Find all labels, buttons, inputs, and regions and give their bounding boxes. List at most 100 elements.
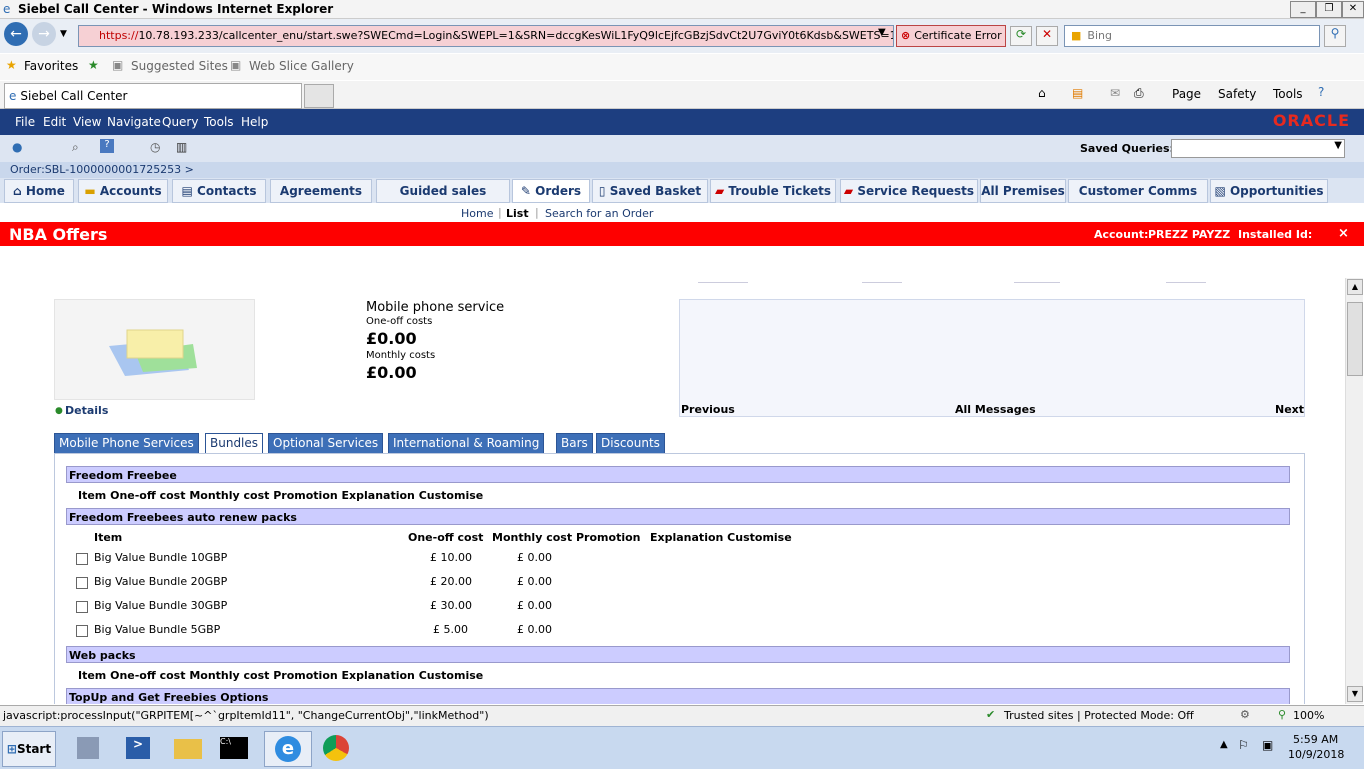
subtab-international-roaming[interactable]: International & Roaming (388, 433, 545, 454)
favorites-button[interactable]: Favorites (24, 59, 78, 73)
security-zone[interactable]: Trusted sites | Protected Mode: Off (1004, 709, 1194, 722)
scroll-thumb[interactable] (1347, 302, 1363, 376)
suggested-sites-icon: ▣ (112, 58, 124, 72)
menu-edit[interactable]: Edit (43, 115, 66, 129)
menu-help[interactable]: Help (241, 115, 268, 129)
nba-offers-header: NBA Offers Account: PREZZ PAYZZ Installe… (0, 222, 1364, 246)
menu-file[interactable]: File (15, 115, 35, 129)
bundle-checkbox[interactable] (76, 553, 88, 565)
view-link-list[interactable]: List (506, 207, 529, 220)
previous-link[interactable]: Previous (681, 403, 735, 416)
menu-view[interactable]: View (73, 115, 101, 129)
search-input[interactable]: ■ Bing (1064, 25, 1320, 47)
checkmark-icon: ✔ (986, 708, 996, 721)
chart-icon[interactable]: ▥ (176, 140, 187, 154)
order-breadcrumb[interactable]: Order:SBL-1000000001725253 > (0, 162, 1364, 178)
cmd-icon[interactable]: C:\ (216, 731, 252, 765)
oracle-logo: ORACLE (1272, 111, 1350, 130)
bundle-checkbox[interactable] (76, 625, 88, 637)
new-tab-button[interactable] (304, 84, 334, 108)
vertical-scrollbar[interactable]: ▲ ▼ (1345, 278, 1363, 704)
mail-icon[interactable]: ✉ (1110, 86, 1120, 100)
tab-orders[interactable]: ✎ Orders (512, 179, 590, 203)
scroll-down-icon[interactable]: ▼ (1347, 686, 1363, 702)
subtab-bundles[interactable]: Bundles (205, 433, 264, 454)
tab-contacts[interactable]: ▤ Contacts (172, 179, 266, 203)
explorer-folder-icon[interactable] (170, 731, 206, 765)
page-menu[interactable]: Page (1172, 87, 1201, 101)
protected-mode-icon[interactable]: ⚙ (1240, 708, 1250, 721)
tab-home[interactable]: ⌂ Home (4, 179, 74, 203)
address-dropdown-icon[interactable]: ▼ (878, 27, 886, 38)
start-button[interactable]: ⊞Start (2, 731, 56, 767)
browser-tab[interactable]: e Siebel Call Center (4, 83, 302, 109)
certificate-error-button[interactable]: ⊗ Certificate Error (896, 25, 1006, 47)
tab-service-requests[interactable]: ▰ Service Requests (840, 179, 978, 203)
powershell-icon[interactable]: > (120, 731, 156, 765)
tab-opportunities[interactable]: ▧ Opportunities (1210, 179, 1328, 203)
maximize-button[interactable]: ❐ (1316, 1, 1342, 18)
tab-customer-comms[interactable]: Customer Comms (1068, 179, 1208, 203)
zoom-level[interactable]: 100% (1293, 709, 1324, 722)
address-bar[interactable]: https://10.78.193.233/callcenter_enu/sta… (78, 25, 894, 47)
all-messages-link[interactable]: All Messages (955, 403, 1036, 416)
refresh-icon[interactable]: ⟳ (1010, 26, 1032, 46)
show-hidden-icons-icon[interactable]: ▲ (1220, 739, 1228, 750)
carousel-indicator (698, 278, 748, 283)
subtab-bars[interactable]: Bars (556, 433, 593, 454)
subtab-optional-services[interactable]: Optional Services (268, 433, 384, 454)
tab-trouble-tickets[interactable]: ▰ Trouble Tickets (710, 179, 836, 203)
saved-queries-select[interactable]: ▼ (1171, 139, 1345, 158)
clock-time[interactable]: 5:59 AM (1293, 733, 1338, 746)
bundle-oneoff: £ 5.00 (433, 623, 468, 636)
help-book-icon[interactable]: ? (100, 139, 114, 153)
help-icon[interactable]: ? (1318, 85, 1324, 99)
details-link[interactable]: Details (65, 404, 108, 417)
suggested-sites-link[interactable]: Suggested Sites (131, 59, 228, 73)
view-link-search-order[interactable]: Search for an Order (545, 207, 653, 220)
tab-guided-sales[interactable]: Guided sales process (376, 179, 510, 220)
clock-icon[interactable]: ◷ (150, 140, 160, 154)
menu-navigate[interactable]: Navigate (107, 115, 161, 129)
tab-all-premises[interactable]: All Premises (980, 179, 1066, 203)
server-manager-icon[interactable] (70, 731, 106, 765)
menu-query[interactable]: Query (162, 115, 198, 129)
tab-saved-basket[interactable]: ▯ Saved Basket (592, 179, 708, 203)
globe-icon[interactable]: ● (12, 140, 22, 154)
add-favorite-icon[interactable]: ★ (88, 58, 99, 72)
forward-button[interactable]: → (32, 22, 56, 46)
history-dropdown-icon[interactable]: ▼ (60, 29, 67, 39)
search-icon[interactable]: ⚲ (1324, 25, 1346, 47)
menu-tools[interactable]: Tools (204, 115, 234, 129)
print-icon[interactable]: ⎙ (1134, 86, 1144, 101)
back-button[interactable]: ← (4, 22, 28, 46)
bundle-checkbox[interactable] (76, 601, 88, 613)
minimize-button[interactable]: _ (1290, 1, 1316, 18)
view-link-home[interactable]: Home (461, 207, 493, 220)
safety-menu[interactable]: Safety (1218, 87, 1256, 101)
search-query-icon[interactable]: ⌕ (72, 140, 79, 155)
rss-feed-icon[interactable]: ▤ (1072, 86, 1083, 100)
messages-panel: Previous All Messages Next (679, 299, 1305, 417)
stop-icon[interactable]: ✕ (1036, 26, 1058, 46)
subtab-mobile-phone-services[interactable]: Mobile Phone Services (54, 433, 199, 454)
home-icon[interactable]: ⌂ (1038, 86, 1046, 100)
tab-agreements[interactable]: Agreements (270, 179, 372, 203)
subtab-discounts[interactable]: Discounts (596, 433, 665, 454)
chrome-icon[interactable] (318, 731, 354, 765)
bundle-monthly: £ 0.00 (517, 551, 552, 564)
tab-accounts[interactable]: ▬ Accounts (78, 179, 168, 203)
action-center-flag-icon[interactable]: ⚐ (1238, 738, 1249, 752)
bundle-oneoff: £ 20.00 (430, 575, 472, 588)
bundle-checkbox[interactable] (76, 577, 88, 589)
clock-date[interactable]: 10/9/2018 (1288, 748, 1344, 761)
window-title: Siebel Call Center - Windows Internet Ex… (18, 2, 334, 16)
close-window-button[interactable]: ✕ (1342, 1, 1364, 18)
internet-explorer-icon[interactable]: e (264, 731, 312, 767)
close-icon[interactable]: × (1338, 226, 1349, 241)
network-icon[interactable]: ▣ (1262, 738, 1273, 752)
web-slice-gallery-link[interactable]: Web Slice Gallery (249, 59, 354, 73)
next-link[interactable]: Next (1275, 403, 1304, 416)
tools-menu[interactable]: Tools (1273, 87, 1303, 101)
scroll-up-icon[interactable]: ▲ (1347, 279, 1363, 295)
